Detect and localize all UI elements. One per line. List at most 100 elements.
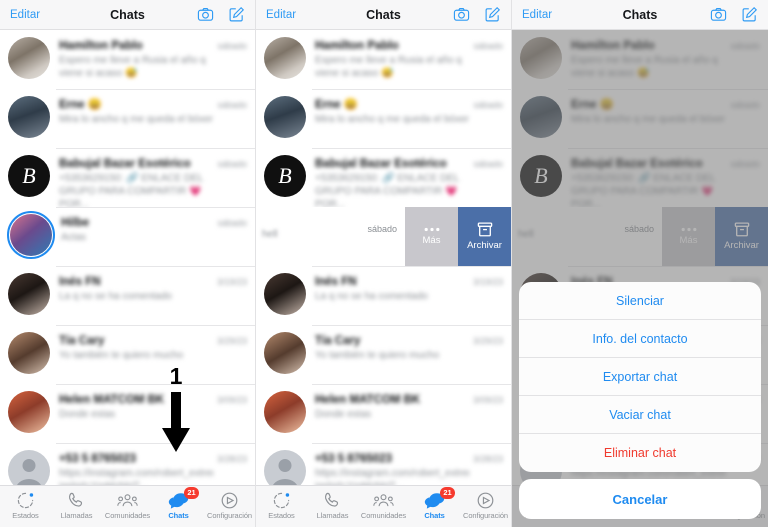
chat-row-text: Hamilton Pablo Espero me lleve a Rusia el… <box>315 37 469 80</box>
chat-timestamp: sábado <box>473 41 503 51</box>
compose-icon[interactable] <box>741 6 758 23</box>
edit-button[interactable]: Editar <box>522 9 552 21</box>
archive-box-icon <box>477 222 492 237</box>
chat-list-item[interactable]: Inés FN La q no se ha comentado 3/19/23 <box>0 266 255 325</box>
avatar <box>8 37 50 79</box>
chat-name: Tía Cary <box>315 335 361 347</box>
chat-list-item[interactable]: Hamilton Pablo Espero me lleve a Rusia el… <box>256 30 511 89</box>
chat-preview: Mira lo ancho q me queda el bóxer <box>315 114 469 125</box>
chat-name: Hamilton Pablo <box>59 40 143 52</box>
tab-label: Llamadas <box>316 511 349 520</box>
status-ring-icon <box>15 490 36 510</box>
chat-timestamp: sábado <box>473 100 503 110</box>
chat-timestamp: sábado <box>473 159 503 169</box>
chat-list-item[interactable]: +53 5 8765023 https://instagram.com/rober… <box>256 443 511 485</box>
chat-timestamp: 3/19/23 <box>472 277 503 287</box>
chat-list-item[interactable]: Inés FN La q no se ha comentado 3/19/23 <box>256 266 511 325</box>
ellipsis-icon <box>424 227 439 232</box>
chat-preview: https://instagram.com/robert_extremera?i… <box>315 468 469 485</box>
nav-bar: Editar Chats <box>512 0 768 30</box>
chat-list-item[interactable]: Helen MATCOM BKDonde estas3/09/23 <box>0 384 255 443</box>
chat-list-item[interactable]: Hilbe Actas sábado <box>0 207 255 266</box>
chat-preview: Actas <box>61 232 87 243</box>
tab-bar[interactable]: Estados Llamadas Comunidades 21 Chats Configu… <box>0 485 255 527</box>
action-sheet-item[interactable]: Eliminar chat <box>519 434 761 472</box>
tab-configuracin[interactable]: Configuración <box>460 490 511 520</box>
swiped-row-content: hell sábado <box>256 207 405 266</box>
chat-row-text: Helen MATCOM BK Donde estas <box>315 391 469 421</box>
chat-name: Inés FN <box>59 276 101 288</box>
chat-preview: https://instagram.com/robert_extremera?i… <box>59 468 213 485</box>
chat-list-item[interactable]: Erne 😄 Mira lo ancho q me queda el bóxer s… <box>0 89 255 148</box>
chat-row-text: Hilbe Actas <box>61 214 213 244</box>
chat-timestamp: sábado <box>217 100 247 110</box>
avatar: B <box>264 155 306 197</box>
chat-timestamp: sábado <box>217 41 247 51</box>
tab-llamadas[interactable]: Llamadas <box>51 490 102 520</box>
chat-list-item[interactable]: B Babujal Bazar Esotérico +5353629150: 🔗 E… <box>256 148 511 210</box>
chat-row-text: Babujal Bazar Esotérico +5353629150: 🔗 EN… <box>315 155 469 211</box>
tab-label: Llamadas <box>60 511 93 520</box>
chat-row-text: Babujal Bazar Esotérico +5353629150: 🔗 EN… <box>59 155 213 211</box>
chat-list-item[interactable]: Tía Cary Yo también te quiero mucho 3/29/2… <box>0 325 255 384</box>
screen-3-action-sheet: Editar Chats Hamilton PabloEspero me lle… <box>512 0 768 527</box>
compose-icon[interactable] <box>484 6 501 23</box>
chat-list-item-swiped[interactable]: hell sábado Más Archivar <box>256 207 511 266</box>
edit-button[interactable]: Editar <box>10 9 40 21</box>
tab-bar[interactable]: Estados Llamadas Comunidades 21 Chats Configu… <box>256 485 511 527</box>
nav-bar: Editar Chats <box>256 0 511 30</box>
edit-button[interactable]: Editar <box>266 9 296 21</box>
chat-list-item[interactable]: B Babujal Bazar Esotérico +5353629150: 🔗 E… <box>0 148 255 210</box>
chat-timestamp: sábado <box>217 159 247 169</box>
tab-configuracin[interactable]: Configuración <box>204 490 255 520</box>
unread-badge: 21 <box>440 487 455 499</box>
tab-llamadas[interactable]: Llamadas <box>307 490 358 520</box>
swipe-archive-button[interactable]: Archivar <box>458 207 511 266</box>
cancel-button[interactable]: Cancelar <box>519 479 761 519</box>
tab-estados[interactable]: Estados <box>256 490 307 520</box>
camera-icon[interactable] <box>453 6 470 23</box>
chat-timestamp: 3/29/23 <box>216 336 247 346</box>
tab-chats[interactable]: 21 Chats <box>409 487 460 520</box>
chat-list-item[interactable]: Tía Cary Yo también te quiero mucho 3/29/2… <box>256 325 511 384</box>
camera-icon[interactable] <box>197 6 214 23</box>
avatar <box>8 391 50 433</box>
chat-row-text: Inés FN La q no se ha comentado <box>315 273 469 303</box>
chat-list-item[interactable]: Helen MATCOM BKDonde estas3/09/23 <box>256 384 511 443</box>
unread-badge: 21 <box>184 487 199 499</box>
avatar <box>8 273 50 315</box>
action-sheet-item[interactable]: Vaciar chat <box>519 396 761 434</box>
chat-name: Helen MATCOM BK <box>315 394 421 406</box>
chat-list[interactable]: Hamilton Pablo Espero me lleve a Rusia el… <box>0 30 255 485</box>
chat-list-item[interactable]: Erne 😄 Mira lo ancho q me queda el bóxer s… <box>256 89 511 148</box>
compose-icon[interactable] <box>228 6 245 23</box>
chat-row-text: +53 5 8765023 https://instagram.com/rober… <box>59 450 213 485</box>
action-sheet-item[interactable]: Exportar chat <box>519 358 761 396</box>
avatar <box>264 332 306 374</box>
chat-timestamp: sábado <box>217 218 247 228</box>
chat-list-item[interactable]: +53 5 8765023 https://instagram.com/rober… <box>0 443 255 485</box>
chat-list[interactable]: Hamilton Pablo Espero me lleve a Rusia el… <box>256 30 511 485</box>
tab-chats[interactable]: 21 Chats <box>153 487 204 520</box>
action-sheet-item[interactable]: Info. del contacto <box>519 320 761 358</box>
chat-name: Erne 😄 <box>59 99 103 111</box>
action-sheet-item[interactable]: Silenciar <box>519 282 761 320</box>
camera-icon[interactable] <box>710 6 727 23</box>
step-1-number: 1 <box>169 363 183 389</box>
chat-preview: La q no se ha comentado <box>315 291 428 302</box>
avatar <box>7 211 55 259</box>
chat-list-item[interactable]: Hamilton Pablo Espero me lleve a Rusia el… <box>0 30 255 89</box>
swipe-more-button[interactable]: Más <box>405 207 458 266</box>
tab-comunidades[interactable]: Comunidades <box>358 490 409 520</box>
chat-timestamp: 3/29/23 <box>472 336 503 346</box>
swipe-archive-label: Archivar <box>467 240 502 251</box>
avatar: B <box>8 155 50 197</box>
tab-comunidades[interactable]: Comunidades <box>102 490 153 520</box>
nav-actions <box>710 6 758 23</box>
communities-icon <box>117 490 138 510</box>
chat-name: +53 5 8765023 <box>59 453 137 465</box>
tab-estados[interactable]: Estados <box>0 490 51 520</box>
chat-timestamp: 3/19/23 <box>216 277 247 287</box>
chat-name: Hilbe <box>61 217 90 229</box>
avatar <box>264 273 306 315</box>
